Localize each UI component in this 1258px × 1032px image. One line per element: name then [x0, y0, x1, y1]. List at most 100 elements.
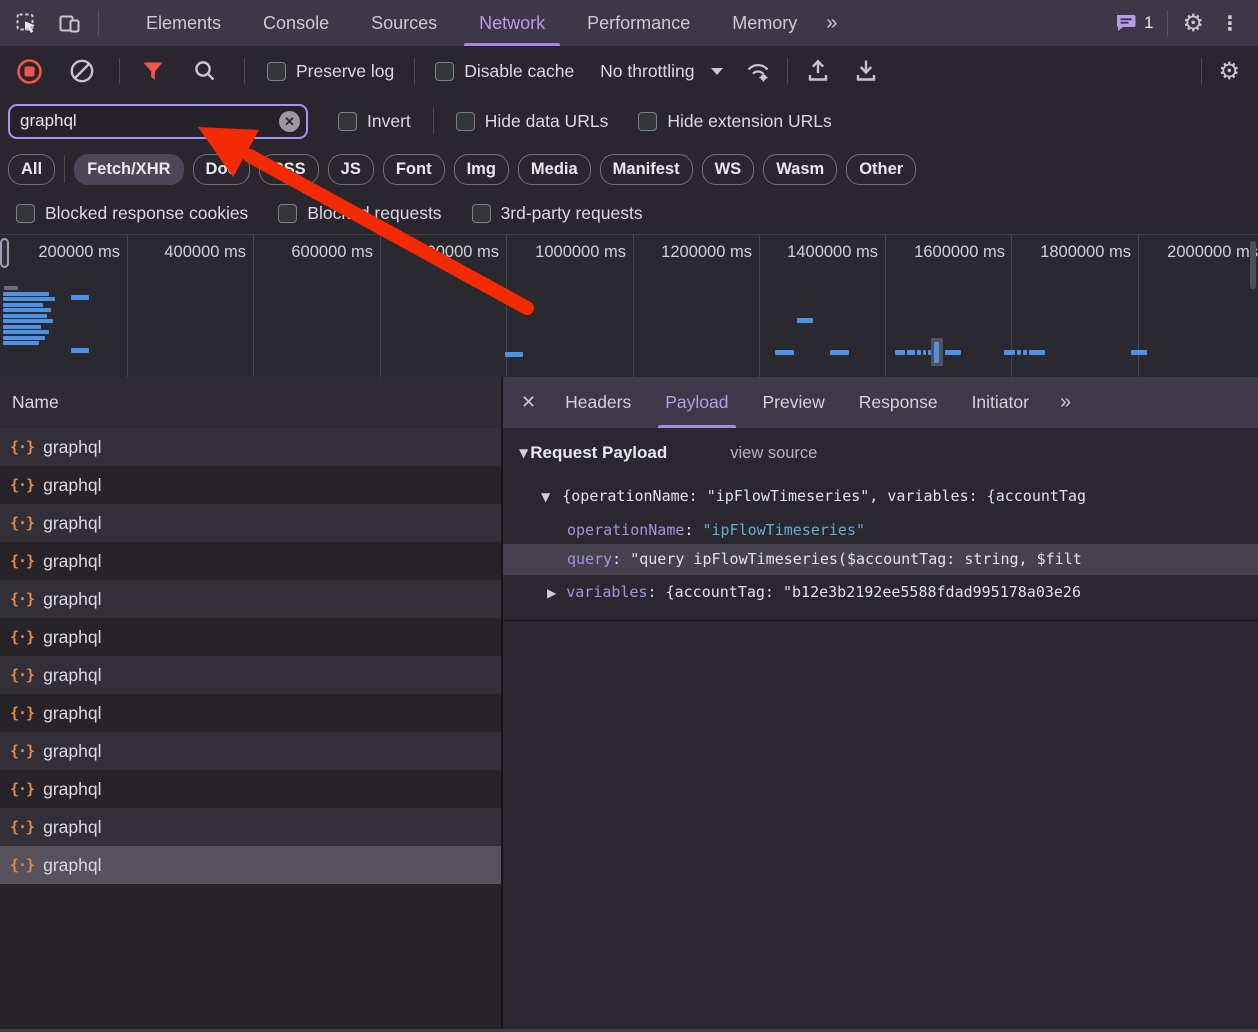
more-tabs-icon[interactable]: »: [826, 12, 835, 35]
third-party-requests-label: 3rd-party requests: [501, 203, 643, 224]
payload-divider: [503, 620, 1258, 621]
chip-font[interactable]: Font: [383, 154, 445, 185]
issues-message-icon[interactable]: [1115, 13, 1137, 33]
network-conditions-icon[interactable]: [745, 59, 771, 83]
collapse-object-icon[interactable]: ▼: [541, 490, 550, 504]
name-column-header[interactable]: Name: [12, 392, 59, 413]
divider: [433, 108, 434, 134]
disable-cache-label: Disable cache: [464, 61, 574, 82]
chip-css[interactable]: CSS: [259, 154, 319, 185]
close-detail-icon[interactable]: ✕: [521, 392, 536, 413]
chip-doc[interactable]: Doc: [193, 154, 250, 185]
blocked-requests-checkbox[interactable]: [278, 204, 297, 223]
throttling-select[interactable]: No throttling: [600, 61, 694, 82]
timeline-scrollbar[interactable]: [1250, 241, 1256, 289]
chip-img[interactable]: Img: [454, 154, 509, 185]
request-payload-title: Request Payload: [530, 443, 667, 463]
expand-variables-icon[interactable]: ▶: [547, 586, 556, 600]
tab-performance[interactable]: Performance: [566, 0, 711, 46]
filter-funnel-icon[interactable]: [140, 58, 166, 84]
chip-js[interactable]: JS: [328, 154, 374, 185]
divider: [119, 58, 120, 84]
tab-payload[interactable]: Payload: [648, 377, 745, 428]
advanced-filter-row: Blocked response cookies Blocked request…: [0, 192, 1258, 234]
json-file-icon: {·}: [10, 666, 34, 684]
request-row[interactable]: {·}graphql: [0, 542, 501, 580]
tab-network[interactable]: Network: [458, 0, 566, 46]
devtools-tab-bar: Elements Console Sources Network Perform…: [0, 0, 1258, 46]
json-file-icon: {·}: [10, 514, 34, 532]
network-settings-gear-icon[interactable]: ⚙: [1218, 59, 1240, 83]
json-file-icon: {·}: [10, 742, 34, 760]
request-row[interactable]: {·}graphql: [0, 428, 501, 466]
overflow-menu-icon[interactable]: ⋮: [1220, 11, 1240, 35]
collapse-section-icon[interactable]: ▼: [519, 446, 528, 460]
timeline-gridline: [885, 235, 886, 378]
request-row[interactable]: {·}graphql: [0, 504, 501, 542]
more-detail-tabs-icon[interactable]: »: [1060, 391, 1069, 414]
chip-media[interactable]: Media: [518, 154, 591, 185]
chip-manifest[interactable]: Manifest: [600, 154, 693, 185]
export-har-icon[interactable]: [854, 58, 878, 84]
hide-data-urls-checkbox[interactable]: [456, 112, 475, 131]
request-row-selected[interactable]: {·}graphql: [0, 846, 501, 884]
payload-variables-line: ▶variables: {accountTag: "b12e3b2192ee55…: [547, 583, 1081, 601]
preserve-log-checkbox[interactable]: [267, 62, 286, 81]
disable-cache-checkbox[interactable]: [435, 62, 454, 81]
chip-fetch-xhr[interactable]: Fetch/XHR: [74, 154, 183, 185]
timeline-tick-label: 1400000 ms: [763, 243, 878, 262]
tab-initiator[interactable]: Initiator: [955, 377, 1046, 428]
tab-response[interactable]: Response: [842, 377, 955, 428]
request-row[interactable]: {·}graphql: [0, 618, 501, 656]
timeline-gridline: [759, 235, 760, 378]
import-har-icon[interactable]: [806, 58, 830, 84]
request-row[interactable]: {·}graphql: [0, 770, 501, 808]
search-icon[interactable]: [192, 58, 218, 84]
inspect-element-icon[interactable]: [14, 11, 39, 36]
device-toolbar-icon[interactable]: [57, 11, 82, 36]
chip-other[interactable]: Other: [846, 154, 916, 185]
json-file-icon: {·}: [10, 628, 34, 646]
request-row[interactable]: {·}graphql: [0, 580, 501, 618]
clear-network-log-icon[interactable]: [69, 58, 95, 84]
tab-elements[interactable]: Elements: [125, 0, 242, 46]
network-overview-timeline[interactable]: 200000 ms 400000 ms 600000 ms 800000 ms …: [0, 234, 1258, 379]
timeline-tick-label: 200000 ms: [5, 243, 120, 262]
request-row[interactable]: {·}graphql: [0, 732, 501, 770]
tab-sources[interactable]: Sources: [350, 0, 458, 46]
filter-input-box: ✕: [8, 104, 308, 139]
tab-console[interactable]: Console: [242, 0, 350, 46]
preserve-log-label: Preserve log: [296, 61, 394, 82]
divider: [244, 58, 245, 84]
chip-all[interactable]: All: [8, 154, 55, 185]
tab-memory[interactable]: Memory: [711, 0, 818, 46]
json-file-icon: {·}: [10, 438, 34, 456]
clear-filter-icon[interactable]: ✕: [279, 111, 300, 132]
chip-ws[interactable]: WS: [702, 154, 755, 185]
invert-checkbox[interactable]: [338, 112, 357, 131]
network-toolbar: Preserve log Disable cache No throttling: [0, 46, 1258, 97]
tab-headers[interactable]: Headers: [548, 377, 648, 428]
timeline-tick-label: 2000000 ms: [1143, 243, 1258, 262]
request-row[interactable]: {·}graphql: [0, 656, 501, 694]
detail-tab-bar: ✕ Headers Payload Preview Response Initi…: [503, 377, 1258, 428]
third-party-requests-checkbox[interactable]: [472, 204, 491, 223]
divider: [787, 58, 788, 84]
record-button[interactable]: [16, 58, 43, 85]
settings-gear-icon[interactable]: ⚙: [1182, 11, 1204, 35]
filter-input[interactable]: [10, 111, 306, 131]
blocked-response-cookies-checkbox[interactable]: [16, 204, 35, 223]
request-row[interactable]: {·}graphql: [0, 694, 501, 732]
hide-extension-urls-checkbox[interactable]: [638, 112, 657, 131]
request-row[interactable]: {·}graphql: [0, 808, 501, 846]
view-source-link[interactable]: view source: [730, 444, 817, 463]
request-detail-panel: ✕ Headers Payload Preview Response Initi…: [503, 377, 1258, 1032]
request-type-chips: All Fetch/XHR Doc CSS JS Font Img Media …: [0, 146, 1258, 192]
tab-preview[interactable]: Preview: [746, 377, 842, 428]
timeline-drag-handle[interactable]: [0, 238, 9, 268]
throttling-caret-icon[interactable]: [711, 68, 723, 75]
chip-wasm[interactable]: Wasm: [763, 154, 837, 185]
timeline-gridline: [127, 235, 128, 378]
json-file-icon: {·}: [10, 780, 34, 798]
request-row[interactable]: {·}graphql: [0, 466, 501, 504]
